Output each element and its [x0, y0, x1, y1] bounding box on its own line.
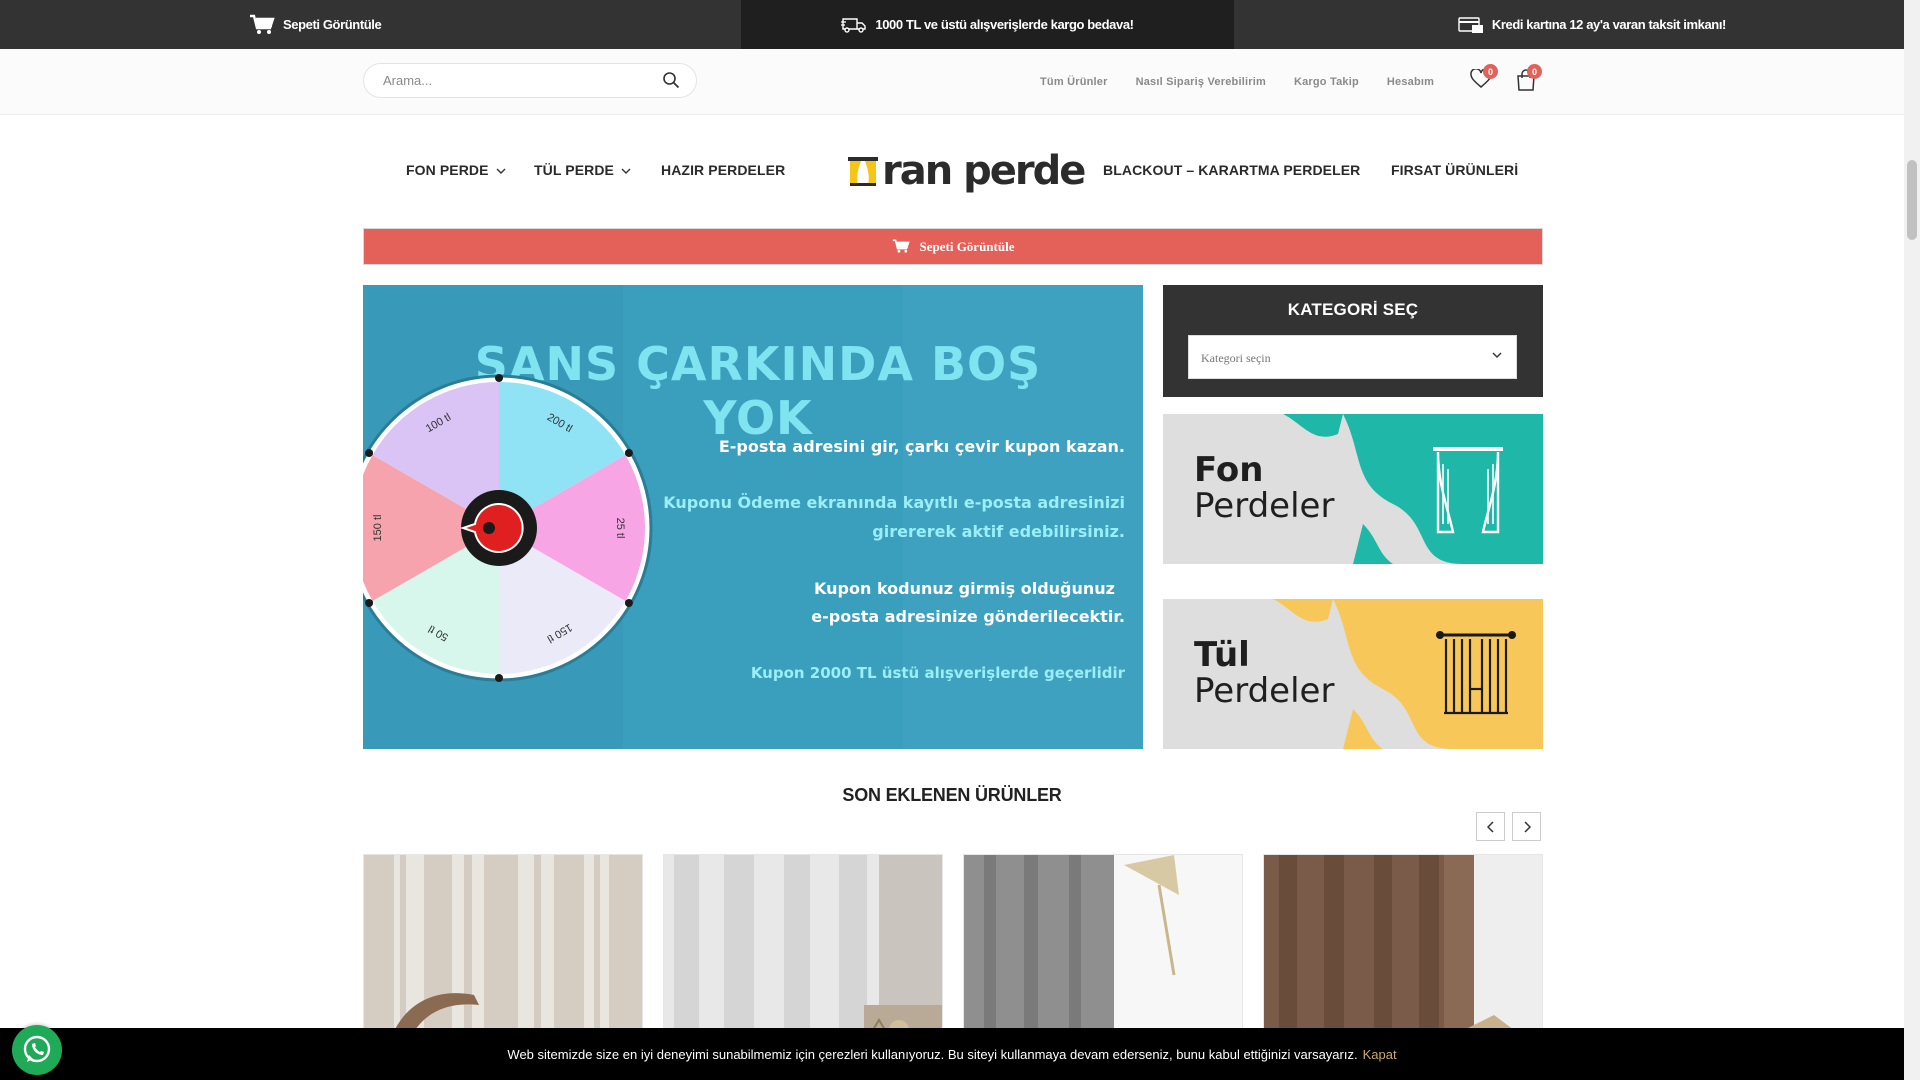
cart-count-badge: 0 — [1527, 64, 1542, 79]
hero-line-2: Kuponu Ödeme ekranında kayıtlı e-posta a… — [663, 493, 1125, 512]
fon-banner-word-1: Fon — [1194, 450, 1264, 490]
nav-tul-perde[interactable]: TÜL PERDE — [534, 162, 631, 178]
cookie-bar: Web sitemizde size en iyi deneyimi sunab… — [0, 1028, 1904, 1080]
cart-icon — [892, 239, 910, 254]
whatsapp-button[interactable] — [12, 1025, 62, 1075]
category-select-box: KATEGORİ SEÇ Kategori seçin — [1163, 285, 1543, 397]
wheel-peg — [624, 449, 633, 457]
header-links: Tüm Ürünler Nasıl Sipariş Verebilirim Ka… — [1040, 76, 1462, 88]
nav-hazir-perdeler[interactable]: HAZIR PERDELER — [661, 162, 785, 178]
truck-icon — [841, 16, 867, 34]
carousel-prev-button[interactable] — [1476, 812, 1505, 841]
view-cart-bar[interactable]: Sepeti Görüntüle — [363, 228, 1543, 265]
fon-banner-word-2: Perdeler — [1194, 486, 1335, 526]
carousel-next-button[interactable] — [1512, 812, 1541, 841]
tul-perdeler-banner[interactable]: Tül Perdeler — [1163, 599, 1543, 749]
tul-banner-word-2: Perdeler — [1194, 671, 1335, 711]
credit-card-icon — [1458, 16, 1484, 34]
wheel-label: 150 tl — [372, 515, 384, 542]
wheel-peg — [495, 674, 503, 682]
fon-perdeler-banner[interactable]: Fon Perdeler — [1163, 414, 1543, 564]
wheel-peg — [624, 599, 633, 607]
wheel-label: 25 tl — [614, 518, 626, 539]
wheel-peg — [365, 599, 374, 607]
hero-line-6: Kupon 2000 TL üstü alışverişlerde geçerl… — [750, 664, 1125, 682]
prize-wheel: 200 tl25 tl150 tl50 tl150 tl100 tl — [363, 374, 653, 682]
nav-blackout[interactable]: BLACKOUT – KARARTMA PERDELER — [1103, 162, 1360, 178]
site-logo[interactable]: ran perde — [848, 148, 1086, 194]
main-nav: FON PERDE TÜL PERDE HAZIR PERDELER ran p… — [0, 115, 1904, 227]
cart-button[interactable]: 0 — [1516, 64, 1542, 96]
hero-line-3: girererek aktif edebilirsiniz. — [872, 522, 1125, 541]
chevron-left-icon — [1486, 820, 1494, 833]
nav-fon-perde-label: FON PERDE — [406, 162, 489, 178]
topbar-installment-label: Kredi kartına 12 ay'a varan taksit imkan… — [1491, 17, 1727, 32]
logo-text: ran perde — [882, 148, 1086, 194]
link-cargo-tracking[interactable]: Kargo Takip — [1294, 76, 1359, 88]
view-cart-bar-label: Sepeti Görüntüle — [919, 238, 1015, 254]
curtain-logo-icon — [848, 157, 878, 186]
topbar-view-cart[interactable]: Sepeti Görüntüle — [0, 0, 741, 49]
chevron-down-icon — [621, 168, 631, 174]
hero-line-5: e-posta adresinize gönderilecektir. — [811, 607, 1125, 626]
search-box — [363, 63, 697, 98]
nav-tul-perde-label: TÜL PERDE — [534, 162, 614, 178]
topbar-free-shipping-label: 1000 TL ve üstü alışverişlerde kargo bed… — [875, 17, 1134, 32]
hero-banner[interactable]: ŞANS ÇARKINDA BOŞ YOK E-posta adresini g… — [363, 285, 1143, 749]
link-all-products[interactable]: Tüm Ürünler — [1040, 76, 1108, 88]
scrollbar-thumb[interactable] — [1907, 160, 1917, 240]
cookie-close-link[interactable]: Kapat — [1363, 1047, 1397, 1062]
whatsapp-icon — [23, 1035, 51, 1063]
top-bar: Sepeti Görüntüle 1000 TL ve üstü alışver… — [0, 0, 1904, 49]
hero-line-1: E-posta adresini gir, çarkı çevir kupon … — [718, 437, 1125, 456]
link-account[interactable]: Hesabım — [1387, 76, 1434, 88]
cookie-text: Web sitemizde size en iyi deneyimi sunab… — [507, 1046, 1358, 1062]
page-scrollbar[interactable] — [1904, 0, 1920, 1080]
wheel-peg — [495, 374, 503, 382]
search-icon[interactable] — [662, 71, 680, 94]
wishlist-count-badge: 0 — [1483, 64, 1498, 79]
search-input[interactable] — [383, 73, 643, 88]
hero-line-4: Kupon kodunuz girmiş olduğunuz — [814, 579, 1115, 598]
category-select[interactable]: Kategori seçin — [1188, 335, 1517, 379]
tul-banner-word-1: Tül — [1194, 635, 1250, 675]
cart-icon — [249, 14, 275, 36]
wheel-peg — [365, 449, 374, 457]
category-select-title: KATEGORİ SEÇ — [1287, 300, 1419, 319]
header-search-row: Tüm Ürünler Nasıl Sipariş Verebilirim Ka… — [0, 49, 1904, 115]
link-how-to-order[interactable]: Nasıl Sipariş Verebilirim — [1136, 76, 1266, 88]
topbar-free-shipping: 1000 TL ve üstü alışverişlerde kargo bed… — [741, 0, 1234, 49]
chevron-down-icon — [496, 168, 506, 174]
chevron-down-icon — [1492, 352, 1502, 358]
chevron-right-icon — [1523, 820, 1531, 833]
section-title: SON EKLENEN ÜRÜNLER — [842, 785, 1062, 805]
wishlist-button[interactable]: 0 — [1470, 64, 1498, 94]
topbar-view-cart-label: Sepeti Görüntüle — [283, 17, 382, 32]
topbar-installment: Kredi kartına 12 ay'a varan taksit imkan… — [1234, 0, 1904, 49]
nav-firsat-urunleri[interactable]: FIRSAT ÜRÜNLERİ — [1391, 162, 1518, 178]
nav-fon-perde[interactable]: FON PERDE — [406, 162, 506, 178]
category-select-value: Kategori seçin — [1201, 351, 1271, 365]
